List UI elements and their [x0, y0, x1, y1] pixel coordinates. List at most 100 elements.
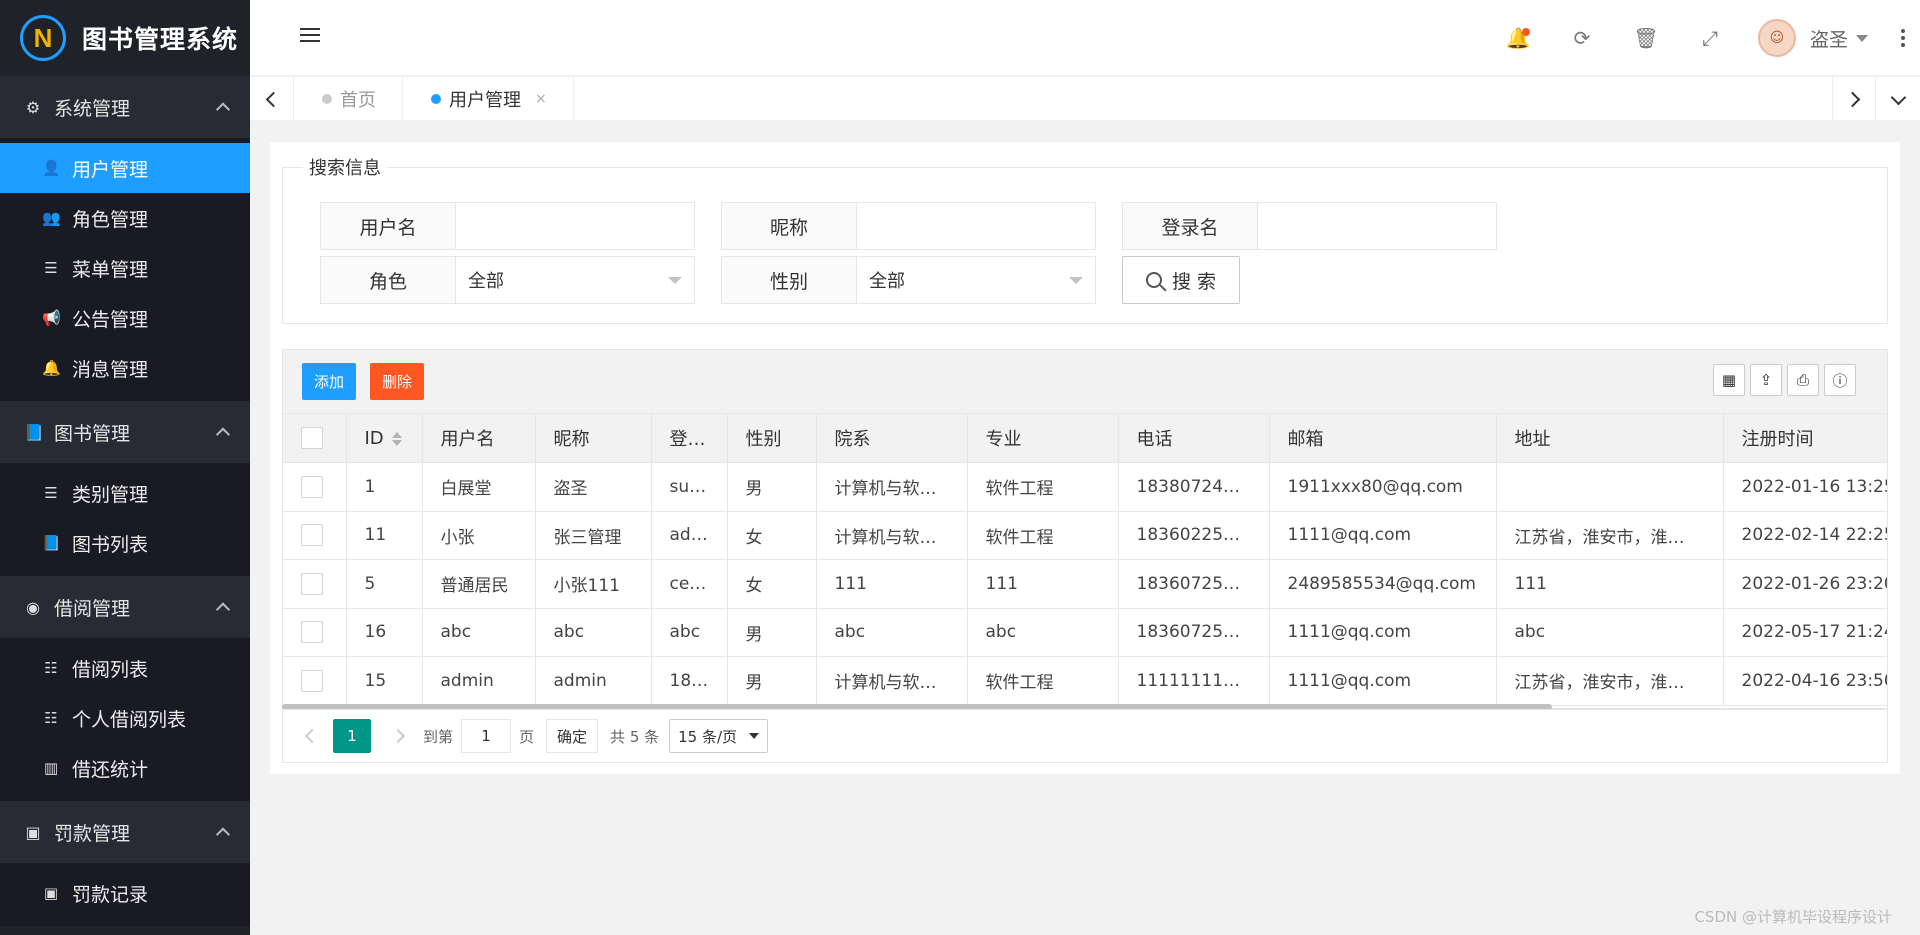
table-cell: 女 [727, 511, 817, 560]
sidebar-group-2[interactable]: ◉ 借阅管理 [0, 576, 250, 639]
current-page-button[interactable]: 1 [333, 719, 371, 753]
sidebar-group-0[interactable]: ⚙ 系统管理 [0, 76, 250, 139]
nickname-input[interactable] [857, 203, 1095, 249]
avatar: ☺ [1757, 19, 1796, 57]
table-cell: 软件工程 [967, 511, 1119, 560]
nickname-field: 昵称 [721, 202, 1096, 250]
notification-bell-icon[interactable]: 🔔 [1486, 0, 1550, 76]
chevron-up-icon [215, 102, 231, 117]
table-cell: 111 [967, 559, 1119, 609]
logo-icon: N [20, 15, 66, 61]
row-checkbox[interactable] [301, 572, 323, 595]
row-checkbox[interactable] [301, 475, 323, 498]
search-button[interactable]: 搜 索 [1122, 256, 1240, 304]
goto-page-input[interactable]: 1 [461, 719, 512, 753]
print-icon[interactable]: ⎙ [1787, 364, 1819, 396]
more-options-icon[interactable] [1886, 0, 1920, 76]
sort-icon[interactable] [391, 431, 402, 446]
row-checkbox[interactable] [301, 669, 323, 692]
table-row[interactable]: 1 白展堂 盗圣 su… 男计算机与软… 软件工程 18380724591 1911xxx80… [283, 462, 1887, 512]
table-cell: 软件工程 [967, 462, 1119, 512]
sidebar-submenu: ☰ 类别管理 📘 图书列表 [0, 464, 250, 576]
column-header-id[interactable]: ID [346, 414, 423, 463]
gender-select[interactable]: 全部 [857, 257, 1095, 303]
bar-chart-icon: ▥ [43, 759, 59, 777]
list-ul-icon: ☷ [44, 659, 58, 677]
table-cell: 女 [727, 559, 817, 609]
export-icon[interactable]: ⇪ [1750, 364, 1782, 396]
sidebar-item-0-1[interactable]: 👥 角色管理 [0, 193, 250, 243]
gender-select-caret-icon [1069, 277, 1083, 284]
add-button[interactable]: 添加 [302, 363, 357, 400]
table-row[interactable]: 15 admin admin 18… 男计算机与软… 软件工程 11111111111 111… [283, 656, 1887, 706]
sidebar-item-1-1[interactable]: 📘 图书列表 [0, 518, 250, 568]
select-all-checkbox[interactable] [301, 427, 323, 449]
table-cell: 计算机与软… [816, 656, 968, 706]
sidebar-group-label: 系统管理 [54, 97, 131, 120]
login-name-label: 登录名 [1123, 203, 1258, 249]
tab-user-management[interactable]: 用户管理 × [403, 77, 574, 121]
sidebar-item-2-2[interactable]: ▥ 借还统计 [0, 743, 250, 793]
table-cell: 18… [651, 656, 728, 706]
sidebar-group-label: 图书管理 [54, 422, 131, 445]
total-count: 共 5 条 [610, 727, 660, 746]
table-cell: 计算机与软… [816, 511, 968, 560]
fullscreen-icon[interactable]: ⤢ [1678, 0, 1742, 76]
logo[interactable]: N 图书管理系统 [0, 0, 250, 76]
goto-label: 到第 [423, 727, 454, 746]
sidebar-item-1-0[interactable]: ☰ 类别管理 [0, 468, 250, 518]
search-icon [1145, 272, 1162, 288]
sidebar-item-2-1[interactable]: ☷ 个人借阅列表 [0, 693, 250, 743]
clear-cache-trash-icon[interactable]: 🗑 [1614, 0, 1678, 76]
column-header: 登… [651, 414, 728, 463]
login-name-input[interactable] [1258, 203, 1496, 249]
username-field: 用户名 [320, 202, 695, 250]
next-page-icon[interactable] [385, 721, 415, 751]
tab-close-icon[interactable]: × [535, 91, 547, 107]
sidebar-item-label: 类别管理 [72, 483, 149, 506]
sidebar-item-0-2[interactable]: ☰ 菜单管理 [0, 243, 250, 293]
table-row[interactable]: 16 abc abc abc 男 abc abc 18360725526 1111@qq.com… [283, 608, 1887, 657]
menu-fold-icon[interactable] [300, 28, 320, 46]
tabs-scroll-left-icon[interactable] [250, 77, 294, 121]
info-icon[interactable]: ⓘ [1824, 364, 1856, 396]
table-cell: 男 [727, 656, 817, 706]
username-input[interactable] [456, 203, 694, 249]
table-row[interactable]: 5 普通居民 小张111 ce… 女 111 111 18360725526 248958553… [283, 559, 1887, 609]
goto-confirm-button[interactable]: 确定 [546, 719, 599, 753]
tabs-menu-chevron-down-icon[interactable] [1876, 77, 1920, 121]
table-row[interactable]: 11 小张 张三管理 ad… 女计算机与软… 软件工程 18360225522 1111@qq… [283, 511, 1887, 560]
page-size-select[interactable]: 15 条/页 [669, 719, 769, 753]
sidebar-item-label: 菜单管理 [72, 258, 149, 281]
sidebar-item-0-4[interactable]: 🔔 消息管理 [0, 343, 250, 393]
row-checkbox[interactable] [301, 524, 323, 547]
table-cell: 15 [346, 656, 423, 706]
sidebar-item-label: 角色管理 [72, 208, 149, 231]
role-select[interactable]: 全部 [456, 257, 694, 303]
header-actions: 🔔 ⟳ 🗑 ⤢ ☺ 盗圣 [1486, 0, 1920, 76]
user-table: ID 用户名 昵称 登… 性别 院系 专业 电话 邮箱 地址 注册时间 1 白展堂… [282, 413, 1888, 709]
sidebar: N 图书管理系统 ⚙ 系统管理 👤 用户管理 👥 角色管理 ☰ 菜单管理 📢 公告管理 🔔 消息管理 📘… [0, 0, 250, 935]
row-checkbox[interactable] [301, 621, 323, 644]
sidebar-item-0-0[interactable]: 👤 用户管理 [0, 143, 250, 193]
table-cell: 1 [346, 462, 423, 512]
compass-icon: ◉ [26, 597, 40, 617]
gender-field: 性别 全部 [721, 256, 1096, 304]
sidebar-group-label: 罚款管理 [54, 822, 131, 845]
users-icon: 👥 [42, 209, 61, 227]
sidebar-item-2-0[interactable]: ☷ 借阅列表 [0, 643, 250, 693]
delete-button[interactable]: 删除 [370, 363, 425, 400]
sidebar-item-0-3[interactable]: 📢 公告管理 [0, 293, 250, 343]
sidebar-group-1[interactable]: 📘 图书管理 [0, 401, 250, 464]
tab-home[interactable]: 首页 [294, 77, 403, 121]
refresh-icon[interactable]: ⟳ [1550, 0, 1614, 76]
columns-filter-icon[interactable]: ▦ [1713, 364, 1745, 396]
sidebar-item-3-0[interactable]: ▣ 罚款记录 [0, 868, 250, 918]
prev-page-icon[interactable] [295, 721, 325, 751]
user-menu[interactable]: ☺ 盗圣 [1742, 0, 1886, 76]
sidebar-group-3[interactable]: ▣ 罚款管理 [0, 801, 250, 864]
table-cell: abc [816, 608, 968, 657]
money-icon: ▣ [43, 884, 59, 902]
book-icon: 📘 [42, 534, 61, 552]
tabs-scroll-right-icon[interactable] [1832, 77, 1876, 121]
